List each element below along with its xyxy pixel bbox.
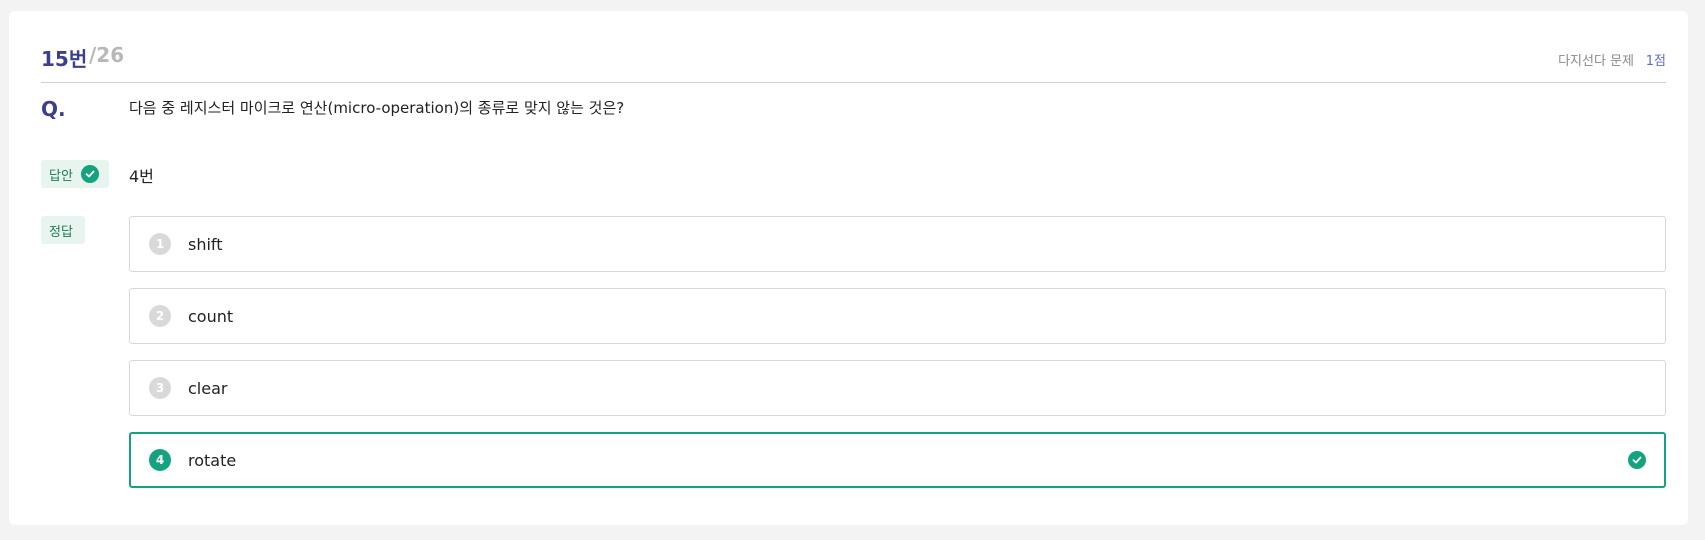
question-card: 15번 /26 다지선다 문제 1점 Q. 다음 중 레지스터 마이크로 연산(…	[9, 11, 1688, 525]
question-number: 15번	[41, 47, 88, 71]
option-label: rotate	[188, 450, 237, 470]
option-1[interactable]: 1 shift	[129, 216, 1666, 272]
question-total: /26	[89, 43, 125, 67]
question-score: 1점	[1645, 54, 1666, 69]
option-list: 1 shift 2 count 3 clear 4 rotate	[129, 216, 1666, 504]
option-label: count	[188, 306, 234, 326]
answer-tag: 답안	[41, 160, 109, 188]
option-label: shift	[188, 234, 223, 254]
option-4[interactable]: 4 rotate	[129, 432, 1666, 488]
correct-answer-tag-label: 정답	[49, 224, 73, 240]
option-3[interactable]: 3 clear	[129, 360, 1666, 416]
option-number-badge: 2	[149, 305, 171, 327]
answer-tag-label: 답안	[49, 168, 73, 184]
correct-answer-tag: 정답	[41, 216, 85, 244]
option-number-badge: 4	[149, 449, 171, 471]
check-circle-icon	[80, 165, 99, 183]
option-2[interactable]: 2 count	[129, 288, 1666, 344]
question-text: 다음 중 레지스터 마이크로 연산(micro-operation)의 종류로 …	[129, 99, 625, 117]
option-number-badge: 3	[149, 377, 171, 399]
answer-value: 4번	[129, 167, 154, 186]
option-label: clear	[188, 378, 228, 398]
question-type: 다지선다 문제	[1558, 54, 1634, 69]
question-marker: Q.	[41, 97, 66, 121]
question-header: 15번 /26 다지선다 문제 1점	[41, 31, 1666, 83]
selected-check-icon	[1628, 451, 1646, 469]
option-number-badge: 1	[149, 233, 171, 255]
